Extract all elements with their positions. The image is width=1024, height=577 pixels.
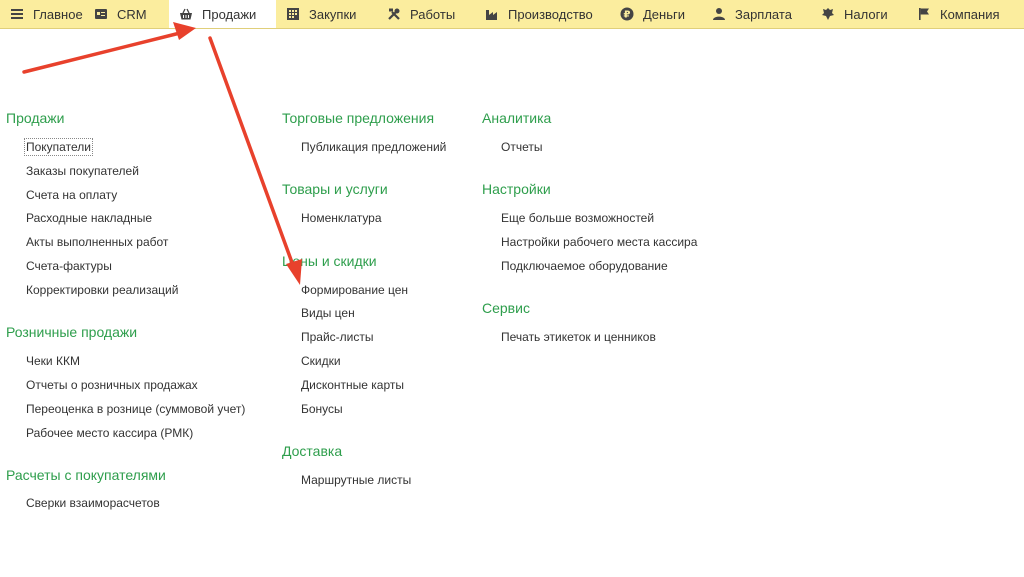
nav-crm[interactable]: CRM xyxy=(84,0,169,28)
crm-card-icon xyxy=(94,7,108,21)
nav-purchases-label: Закупки xyxy=(309,6,357,22)
link-route-sheets[interactable]: Маршрутные листы xyxy=(301,473,411,487)
link-more-features[interactable]: Еще больше возможностей xyxy=(501,211,654,225)
link-cashier-settings[interactable]: Настройки рабочего места кассира xyxy=(501,235,697,249)
link-retail-reports[interactable]: Отчеты о розничных продажах xyxy=(26,378,198,392)
link-reconciliations[interactable]: Сверки взаиморасчетов xyxy=(26,496,160,510)
link-cashier-workplace[interactable]: Рабочее место кассира (РМК) xyxy=(26,426,193,440)
link-price-types[interactable]: Виды цен xyxy=(301,306,355,320)
link-price-lists[interactable]: Прайс-листы xyxy=(301,330,374,344)
basket-icon xyxy=(179,7,193,21)
nav-production[interactable]: Производство xyxy=(475,0,610,28)
link-retail-revaluation[interactable]: Переоценка в рознице (суммовой учет) xyxy=(26,402,245,416)
section-title-delivery: Доставка xyxy=(282,443,343,459)
link-price-forming[interactable]: Формирование цен xyxy=(301,283,408,297)
factory-icon xyxy=(485,7,499,21)
link-kkm-receipts[interactable]: Чеки ККМ xyxy=(26,354,80,368)
nav-crm-label: CRM xyxy=(117,6,147,22)
ruble-coin-icon: ₽ xyxy=(620,7,634,21)
section-title-retail: Розничные продажи xyxy=(6,324,138,340)
link-sales-adjustments[interactable]: Корректировки реализаций xyxy=(26,283,178,297)
nav-company[interactable]: Компания xyxy=(907,0,1024,28)
section-title-settlements: Расчеты с покупателями xyxy=(6,467,166,483)
nav-purchases[interactable]: Закупки xyxy=(276,0,377,28)
nav-company-label: Компания xyxy=(940,6,1000,22)
link-invoices[interactable]: Счета на оплату xyxy=(26,188,117,202)
nav-money-label: Деньги xyxy=(643,6,685,22)
nav-main[interactable]: Главное xyxy=(0,0,84,28)
nav-main-label: Главное xyxy=(33,6,83,22)
menu-icon xyxy=(10,7,24,21)
link-connected-equipment[interactable]: Подключаемое оборудование xyxy=(501,259,668,273)
link-discounts[interactable]: Скидки xyxy=(301,354,341,368)
nav-sales[interactable]: Продажи xyxy=(169,0,276,28)
top-nav: Главное CRM Продажи Закупки Работы Произ… xyxy=(0,0,1024,29)
section-title-prices: Цены и скидки xyxy=(282,253,377,269)
link-reports[interactable]: Отчеты xyxy=(501,140,542,154)
section-title-sales: Продажи xyxy=(6,110,65,126)
link-customers[interactable]: Покупатели xyxy=(24,138,93,156)
svg-text:₽: ₽ xyxy=(624,10,631,21)
nav-taxes-label: Налоги xyxy=(844,6,888,22)
link-customer-orders[interactable]: Заказы покупателей xyxy=(26,164,139,178)
link-label-printing[interactable]: Печать этикеток и ценников xyxy=(501,330,656,344)
section-title-analytics: Аналитика xyxy=(482,110,552,126)
link-tax-invoices[interactable]: Счета-фактуры xyxy=(26,259,112,273)
link-bonuses[interactable]: Бонусы xyxy=(301,402,343,416)
tools-icon xyxy=(387,7,401,21)
nav-salary[interactable]: Зарплата xyxy=(702,0,811,28)
section-title-trade-offers: Торговые предложения xyxy=(282,110,435,126)
flag-icon xyxy=(917,7,931,21)
nav-taxes[interactable]: Налоги xyxy=(811,0,907,28)
section-title-settings: Настройки xyxy=(482,181,551,197)
link-shipping-notes[interactable]: Расходные накладные xyxy=(26,211,152,225)
nav-money[interactable]: ₽ Деньги xyxy=(610,0,702,28)
section-title-service: Сервис xyxy=(482,300,530,316)
link-discount-cards[interactable]: Дисконтные карты xyxy=(301,378,404,392)
nav-production-label: Производство xyxy=(508,6,593,22)
link-work-acts[interactable]: Акты выполненных работ xyxy=(26,235,168,249)
person-icon xyxy=(712,7,726,21)
arrow-to-sales-tab xyxy=(22,31,182,74)
link-offer-publishing[interactable]: Публикация предложений xyxy=(301,140,446,154)
purchases-icon xyxy=(286,7,300,21)
link-nomenclature[interactable]: Номенклатура xyxy=(301,211,382,225)
emblem-icon xyxy=(821,7,835,21)
section-title-goods: Товары и услуги xyxy=(282,181,388,197)
nav-works-label: Работы xyxy=(410,6,456,22)
nav-sales-label: Продажи xyxy=(202,6,257,22)
nav-works[interactable]: Работы xyxy=(377,0,475,28)
nav-salary-label: Зарплата xyxy=(735,6,792,22)
arrow-to-price-forming xyxy=(208,36,296,270)
